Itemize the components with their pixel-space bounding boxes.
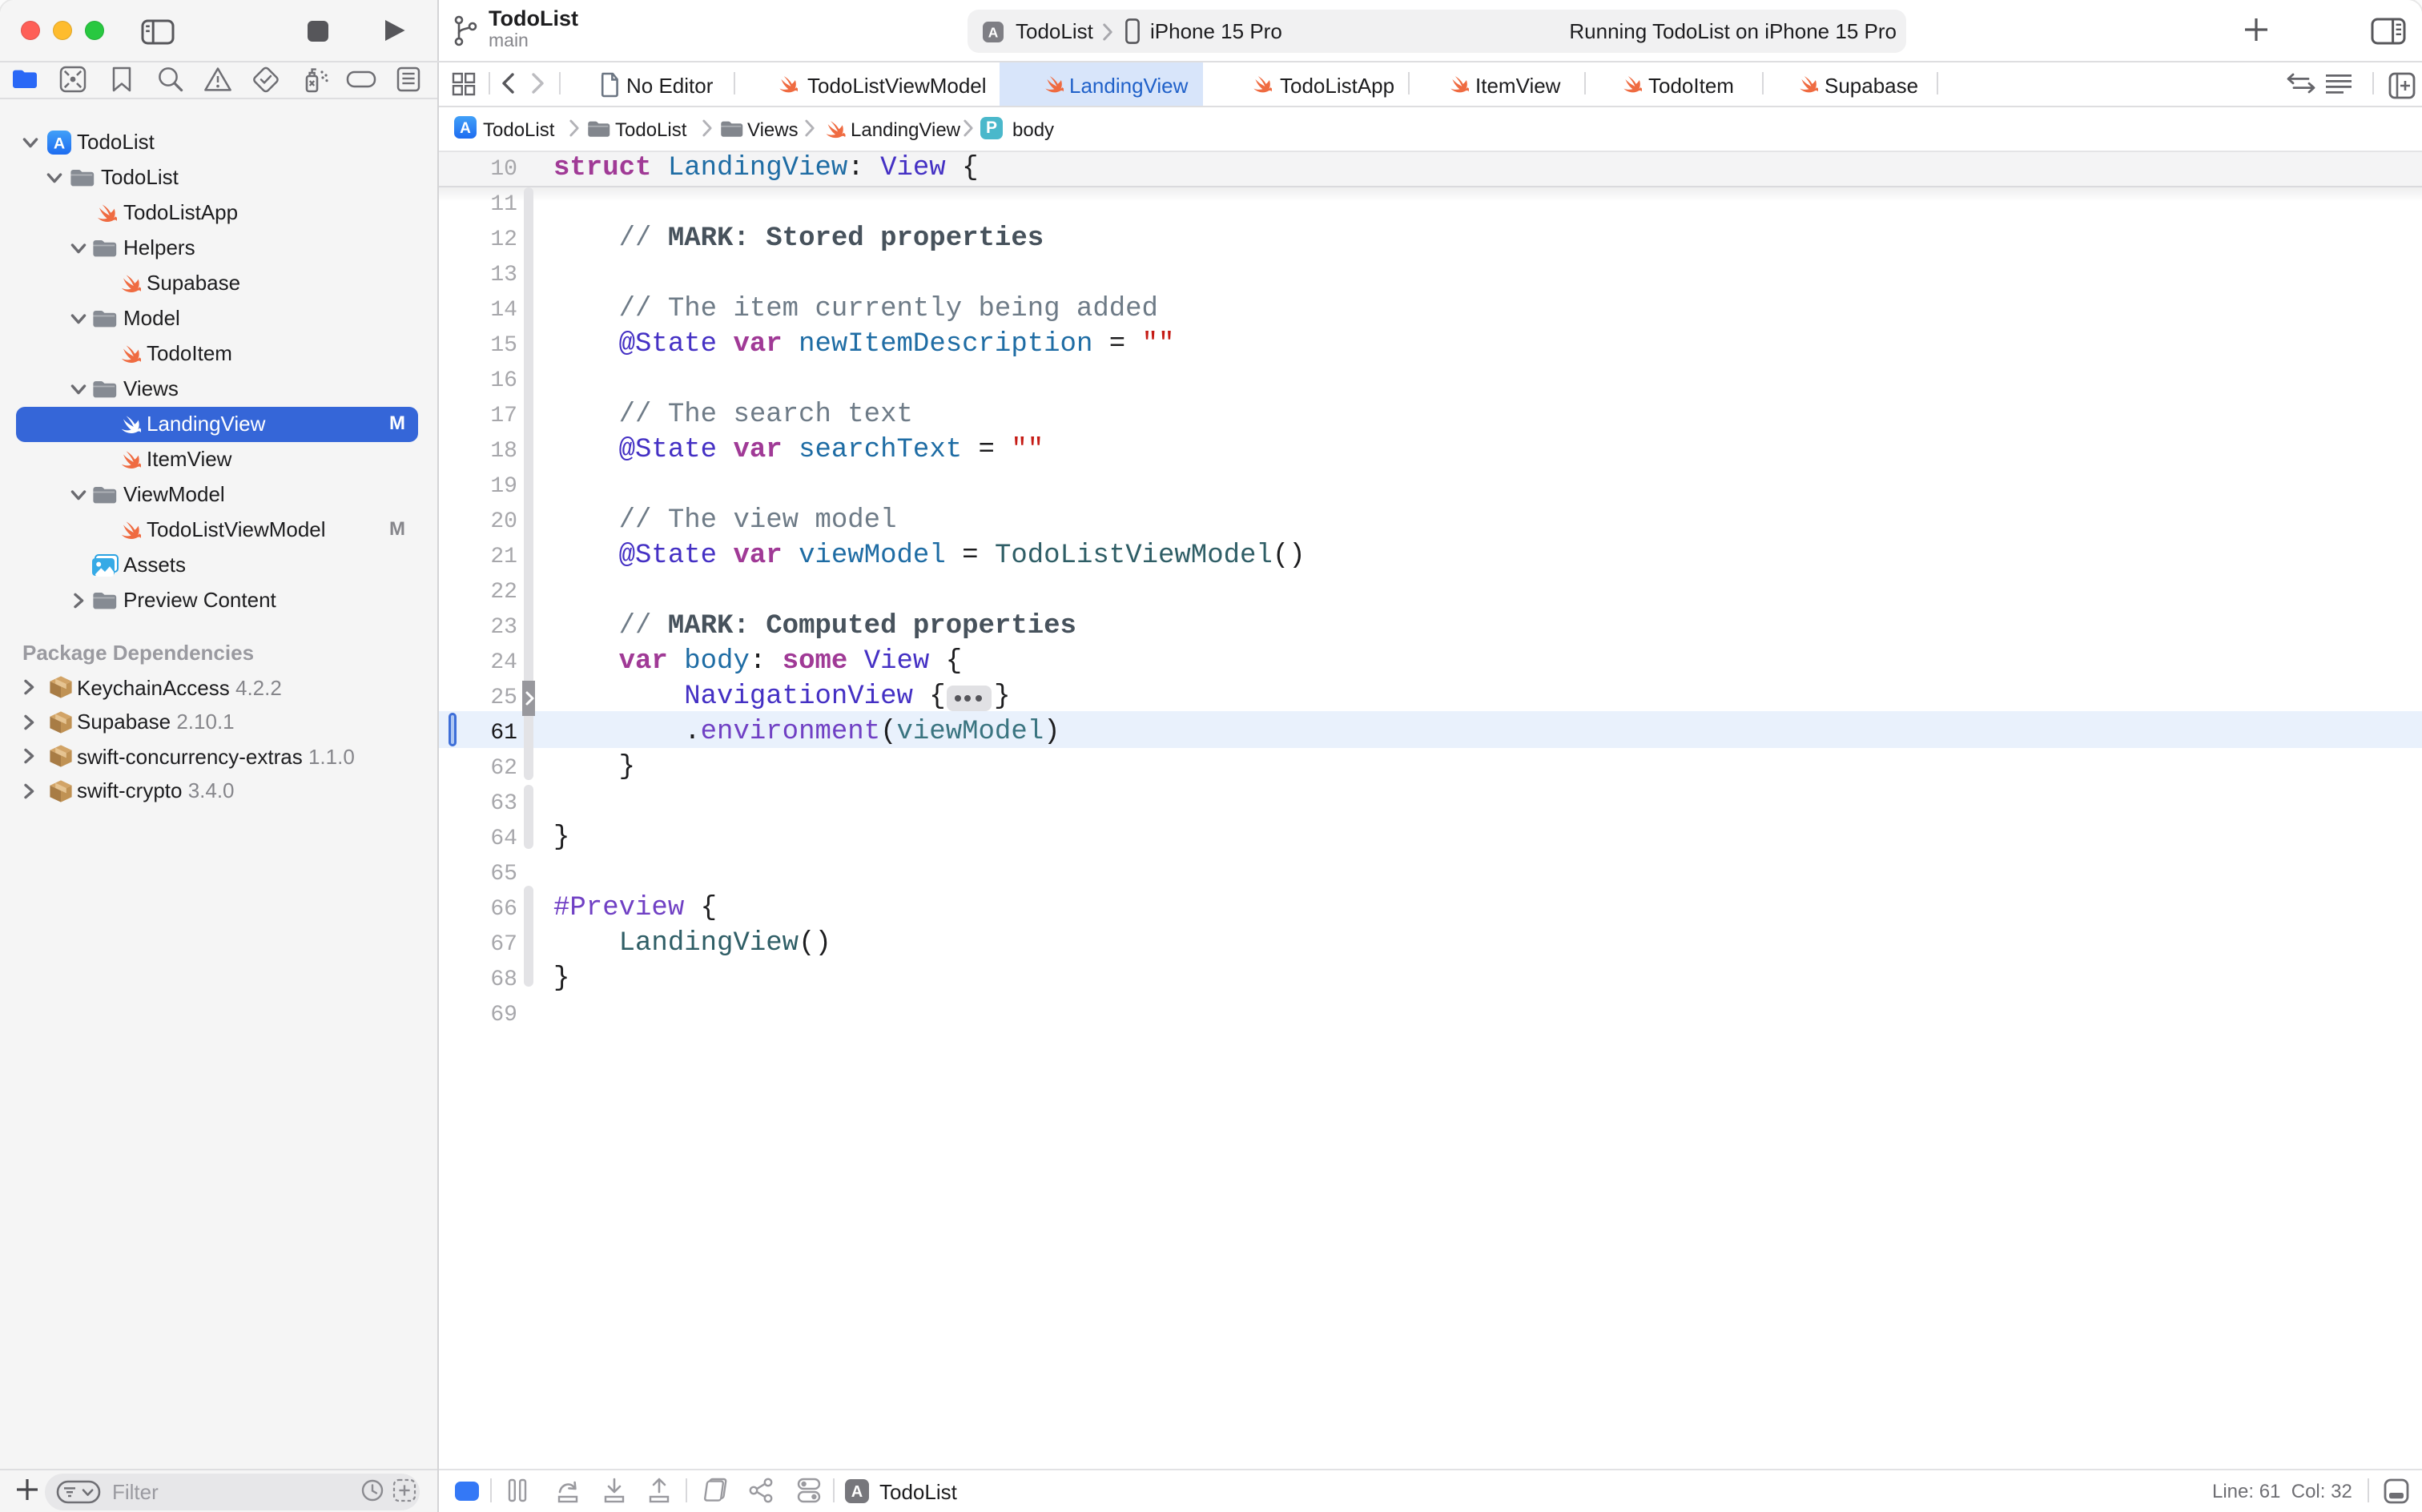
svg-text:A: A [851,1482,863,1500]
svg-text:A: A [459,120,470,137]
svg-text:A: A [54,135,65,152]
svg-text:A: A [988,24,999,40]
